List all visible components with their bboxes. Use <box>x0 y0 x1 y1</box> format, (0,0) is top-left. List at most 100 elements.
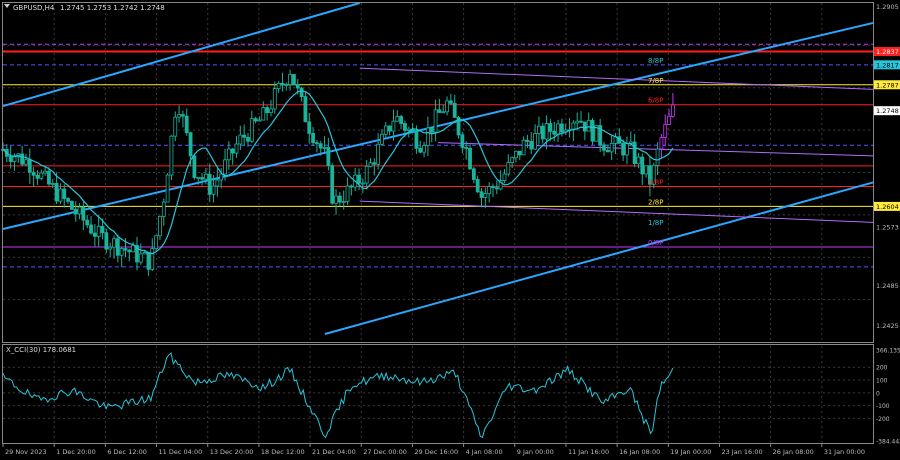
candle-body[interactable] <box>318 143 323 149</box>
candle-body[interactable] <box>269 108 273 114</box>
candle-body[interactable] <box>445 100 449 113</box>
candle-body[interactable] <box>632 141 637 165</box>
candle-body[interactable] <box>322 147 327 149</box>
candle-body[interactable] <box>525 139 530 142</box>
candle-body[interactable] <box>177 114 181 118</box>
candle-body[interactable] <box>184 115 189 134</box>
candle-body[interactable] <box>559 123 564 133</box>
candle-body[interactable] <box>39 172 44 179</box>
candle-body[interactable] <box>483 193 488 198</box>
candle-body[interactable] <box>307 121 312 134</box>
candle-body[interactable] <box>261 107 266 121</box>
candle-body[interactable] <box>246 136 250 142</box>
candle-body[interactable] <box>89 224 93 234</box>
indicator-pane[interactable] <box>2 344 874 444</box>
candle-body[interactable] <box>100 225 105 234</box>
candle-body[interactable] <box>330 165 335 204</box>
candle-body[interactable] <box>575 120 580 124</box>
candle-body[interactable] <box>108 246 113 250</box>
candle-body[interactable] <box>414 130 419 149</box>
candle-body[interactable] <box>426 127 430 146</box>
candle-body[interactable] <box>556 123 560 135</box>
candle-body[interactable] <box>73 208 78 215</box>
candle-body[interactable] <box>161 201 166 217</box>
candle-body[interactable] <box>364 165 369 184</box>
candle-body[interactable] <box>406 128 411 131</box>
candle-body[interactable] <box>66 198 70 202</box>
candle-body[interactable] <box>471 168 476 180</box>
candle-body[interactable] <box>292 74 296 85</box>
candle-body[interactable] <box>326 147 331 167</box>
candle-body[interactable] <box>81 206 86 221</box>
candle-body[interactable] <box>158 215 162 237</box>
candle-body[interactable] <box>303 96 308 123</box>
candle-body[interactable] <box>663 124 668 138</box>
candle-body[interactable] <box>50 183 55 185</box>
candle-body[interactable] <box>590 119 595 142</box>
candle-body[interactable] <box>272 88 277 110</box>
candle-body[interactable] <box>154 235 159 249</box>
candle-body[interactable] <box>62 188 67 199</box>
candle-body[interactable] <box>115 238 120 256</box>
candle-body[interactable] <box>314 142 319 145</box>
candle-body[interactable] <box>223 159 227 175</box>
candle-body[interactable] <box>196 177 201 179</box>
candle-body[interactable] <box>207 173 212 195</box>
candle-body[interactable] <box>12 156 17 162</box>
candle-body[interactable] <box>605 149 610 153</box>
candle-body[interactable] <box>502 173 507 182</box>
candle-body[interactable] <box>96 225 101 237</box>
candle-body[interactable] <box>104 232 109 250</box>
candle-body[interactable] <box>460 134 465 148</box>
candle-body[interactable] <box>667 115 671 125</box>
candle-body[interactable] <box>491 186 495 189</box>
candle-body[interactable] <box>138 253 143 263</box>
candle-body[interactable] <box>521 139 526 156</box>
candle-body[interactable] <box>112 238 116 248</box>
candle-body[interactable] <box>77 206 82 215</box>
collapse-triangle-icon[interactable] <box>4 4 10 8</box>
candle-body[interactable] <box>288 74 293 85</box>
candle-body[interactable] <box>380 133 384 145</box>
candle-body[interactable] <box>376 143 381 165</box>
candle-body[interactable] <box>621 142 626 156</box>
candle-body[interactable] <box>142 252 147 255</box>
candle-body[interactable] <box>131 244 136 253</box>
candle-body[interactable] <box>609 143 614 153</box>
candle-body[interactable] <box>211 185 216 195</box>
candle-body[interactable] <box>31 171 36 176</box>
candle-body[interactable] <box>422 145 426 153</box>
candle-body[interactable] <box>119 248 124 256</box>
candle-body[interactable] <box>47 170 51 185</box>
candle-body[interactable] <box>368 162 373 167</box>
candle-body[interactable] <box>234 143 239 154</box>
candle-body[interactable] <box>659 137 664 150</box>
candle-body[interactable] <box>479 191 484 198</box>
candle-body[interactable] <box>452 102 457 118</box>
candle-body[interactable] <box>448 100 453 104</box>
candle-body[interactable] <box>671 104 675 117</box>
candle-body[interactable] <box>280 82 285 86</box>
candle-body[interactable] <box>487 186 492 195</box>
candle-body[interactable] <box>552 130 557 135</box>
candle-body[interactable] <box>284 84 289 86</box>
candle-body[interactable] <box>387 125 392 132</box>
trading-chart[interactable]: 8/8P 7/8P 6/8P 3/8P 2/8P 1/8P 0/8P 1.2905 1.278… <box>0 0 900 460</box>
candle-body[interactable] <box>249 118 254 142</box>
candle-body[interactable] <box>540 125 545 140</box>
candle-body[interactable] <box>349 185 354 188</box>
candle-body[interactable] <box>70 201 74 210</box>
candle-body[interactable] <box>43 170 48 174</box>
candle-body[interactable] <box>215 179 220 187</box>
candle-body[interactable] <box>372 162 377 165</box>
candle-body[interactable] <box>295 84 300 89</box>
candle-body[interactable] <box>640 156 645 175</box>
candle-body[interactable] <box>383 125 388 135</box>
candle-body[interactable] <box>506 162 511 175</box>
candle-body[interactable] <box>548 123 553 132</box>
candle-body[interactable] <box>429 127 434 133</box>
candle-body[interactable] <box>35 174 40 179</box>
candle-body[interactable] <box>337 195 342 203</box>
candle-body[interactable] <box>582 121 587 132</box>
candle-body[interactable] <box>150 248 155 270</box>
